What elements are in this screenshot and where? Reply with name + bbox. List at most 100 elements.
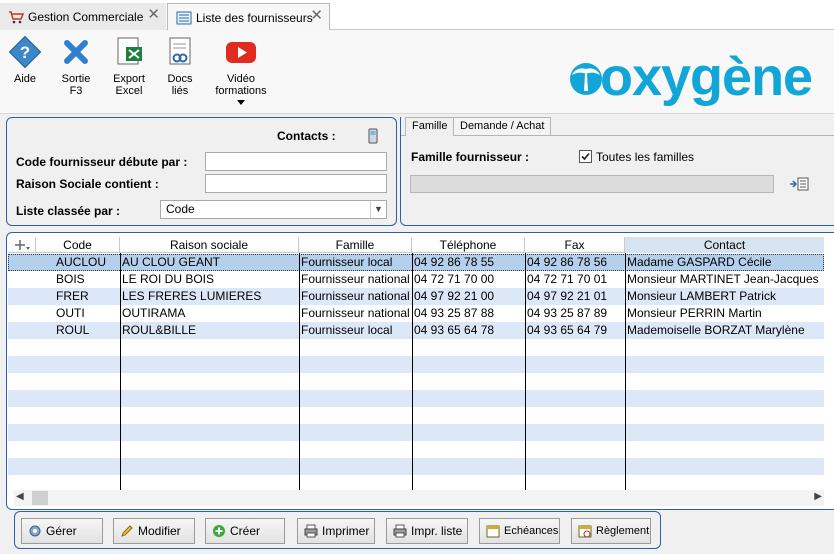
pencil-icon bbox=[120, 524, 134, 538]
checkmark-icon bbox=[580, 151, 591, 162]
gerer-button[interactable]: Gérer bbox=[21, 518, 103, 544]
cell-contact: Monsieur MARTINET Jean-Jacques bbox=[625, 271, 824, 288]
empty-row bbox=[8, 373, 824, 390]
column-separator bbox=[525, 253, 526, 490]
column-chooser-icon[interactable] bbox=[8, 237, 36, 253]
cell-contact: Monsieur LAMBERT Patrick bbox=[625, 288, 824, 305]
toutes-familles-label: Toutes les familles bbox=[596, 150, 694, 164]
close-tab-icon[interactable]: ✕ bbox=[310, 9, 323, 23]
famille-panel: Famille Demande / Achat Famille fourniss… bbox=[400, 117, 834, 226]
empty-row bbox=[8, 424, 824, 441]
tab-famille[interactable]: Famille bbox=[405, 117, 454, 136]
cell-famille: Fournisseur national bbox=[299, 288, 412, 305]
cell-raison-sociale: AU CLOU GEANT bbox=[120, 254, 299, 271]
code-fournisseur-input[interactable] bbox=[205, 152, 387, 171]
cell-famille: Fournisseur national bbox=[299, 305, 412, 322]
gear-icon bbox=[28, 524, 42, 538]
cell-telephone: 04 93 25 87 88 bbox=[412, 305, 525, 322]
cell-famille: Fournisseur local bbox=[299, 254, 412, 271]
famille-fournisseur-label: Famille fournisseur : bbox=[411, 150, 529, 164]
dropdown-arrow-icon[interactable] bbox=[237, 100, 245, 106]
cart-icon bbox=[8, 10, 24, 24]
toolbar: ? Aide Sortie F3 Export Excel Docs liés … bbox=[0, 30, 834, 114]
cell-contact: Mademoiselle BORZAT Marylène bbox=[625, 322, 824, 339]
tab-label: Gestion Commerciale bbox=[28, 10, 143, 24]
table-row[interactable]: ROUL ROUL&BILLE Fournisseur local 04 93 65 … bbox=[8, 322, 824, 339]
cell-code: OUTI bbox=[36, 305, 120, 322]
cell-raison-sociale: OUTIRAMA bbox=[120, 305, 299, 322]
cell-telephone: 04 72 71 70 00 bbox=[412, 271, 525, 288]
list-icon bbox=[176, 11, 192, 25]
grid-header: Code Raison sociale Famille Téléphone Fa… bbox=[8, 237, 824, 253]
impr-liste-button[interactable]: Impr. liste bbox=[386, 518, 468, 544]
creer-button[interactable]: Créer bbox=[205, 518, 285, 544]
cell-fax: 04 93 25 87 89 bbox=[525, 305, 625, 322]
scroll-left-icon[interactable]: ◀ bbox=[16, 491, 24, 502]
select-list-icon[interactable] bbox=[789, 176, 809, 192]
column-separator bbox=[299, 253, 300, 490]
table-row[interactable]: FRER LES FRERES LUMIERES Fournisseur natio… bbox=[8, 288, 824, 305]
imprimer-button[interactable]: Imprimer bbox=[297, 518, 375, 544]
horizontal-scrollbar[interactable]: ◀ ▶ bbox=[14, 490, 824, 506]
empty-row bbox=[8, 441, 824, 458]
reglement-button[interactable]: Règlement bbox=[571, 518, 651, 544]
cell-code: ROUL bbox=[36, 322, 120, 339]
empty-row bbox=[8, 339, 824, 356]
col-header-famille[interactable]: Famille bbox=[299, 237, 412, 253]
aide-button[interactable]: ? Aide bbox=[6, 35, 44, 85]
tab-demande-achat[interactable]: Demande / Achat bbox=[453, 117, 551, 135]
famille-field[interactable] bbox=[410, 175, 774, 193]
close-tab-icon[interactable]: ✕ bbox=[147, 8, 160, 22]
cell-fax: 04 93 65 64 79 bbox=[525, 322, 625, 339]
cell-telephone: 04 92 86 78 55 bbox=[412, 254, 525, 271]
print-list-icon bbox=[393, 524, 407, 538]
col-header-raison-sociale[interactable]: Raison sociale bbox=[120, 237, 299, 253]
toutes-familles-checkbox[interactable] bbox=[579, 150, 592, 163]
excel-icon bbox=[112, 35, 146, 69]
calendar-icon bbox=[486, 524, 500, 538]
col-header-fax[interactable]: Fax bbox=[525, 237, 625, 253]
plus-circle-icon bbox=[212, 524, 226, 538]
col-header-telephone[interactable]: Téléphone bbox=[412, 237, 525, 253]
cell-telephone: 04 93 65 64 78 bbox=[412, 322, 525, 339]
docs-lies-button[interactable]: Docs liés bbox=[162, 35, 198, 97]
column-separator bbox=[625, 253, 626, 490]
table-row[interactable]: BOIS LE ROI DU BOIS Fournisseur national 04… bbox=[8, 271, 824, 288]
calendar-clock-icon bbox=[578, 524, 592, 538]
raison-sociale-label: Raison Sociale contient : bbox=[16, 177, 159, 191]
fournisseurs-grid[interactable]: Code Raison sociale Famille Téléphone Fa… bbox=[8, 237, 824, 490]
empty-row bbox=[8, 407, 824, 424]
echeances-button[interactable]: Echéances bbox=[479, 518, 560, 544]
document-tab-bar: Gestion Commerciale ✕ Liste des fourniss… bbox=[0, 0, 834, 30]
tab-liste-fournisseurs[interactable]: Liste des fournisseurs ✕ bbox=[167, 3, 330, 31]
raison-sociale-input[interactable] bbox=[205, 174, 387, 193]
code-fournisseur-label: Code fournisseur débute par : bbox=[16, 155, 187, 169]
col-header-code[interactable]: Code bbox=[36, 237, 120, 253]
scroll-right-icon[interactable]: ▶ bbox=[814, 491, 822, 502]
empty-row bbox=[8, 356, 824, 373]
modifier-button[interactable]: Modifier bbox=[113, 518, 195, 544]
video-formations-button[interactable]: Vidéo formations bbox=[214, 35, 268, 106]
cell-code: BOIS bbox=[36, 271, 120, 288]
cell-contact: Monsieur PERRIN Martin bbox=[625, 305, 824, 322]
table-row[interactable]: AUCLOU AU CLOU GEANT Fournisseur local 04 9… bbox=[8, 254, 824, 271]
scrollbar-thumb[interactable] bbox=[32, 491, 48, 505]
export-excel-button[interactable]: Export Excel bbox=[108, 35, 150, 97]
cell-raison-sociale: LES FRERES LUMIERES bbox=[120, 288, 299, 305]
phone-icon[interactable] bbox=[367, 128, 379, 144]
tab-gestion-commerciale[interactable]: Gestion Commerciale ✕ bbox=[0, 3, 166, 30]
col-header-contact[interactable]: Contact bbox=[625, 237, 824, 253]
youtube-play-icon bbox=[223, 35, 259, 69]
cell-telephone: 04 97 92 21 00 bbox=[412, 288, 525, 305]
sortie-button[interactable]: Sortie F3 bbox=[56, 35, 96, 97]
tab-divider bbox=[401, 135, 834, 136]
chevron-down-icon[interactable]: ▼ bbox=[370, 201, 386, 218]
oxygene-logo: oxygène bbox=[566, 52, 812, 102]
exit-x-icon bbox=[59, 35, 93, 69]
cell-famille: Fournisseur local bbox=[299, 322, 412, 339]
table-row[interactable]: OUTI OUTIRAMA Fournisseur national 04 93 25… bbox=[8, 305, 824, 322]
cell-raison-sociale: ROUL&BILLE bbox=[120, 322, 299, 339]
sort-select[interactable]: Code ▼ bbox=[160, 200, 387, 219]
cell-famille: Fournisseur national bbox=[299, 271, 412, 288]
liste-classee-label: Liste classée par : bbox=[16, 204, 120, 218]
